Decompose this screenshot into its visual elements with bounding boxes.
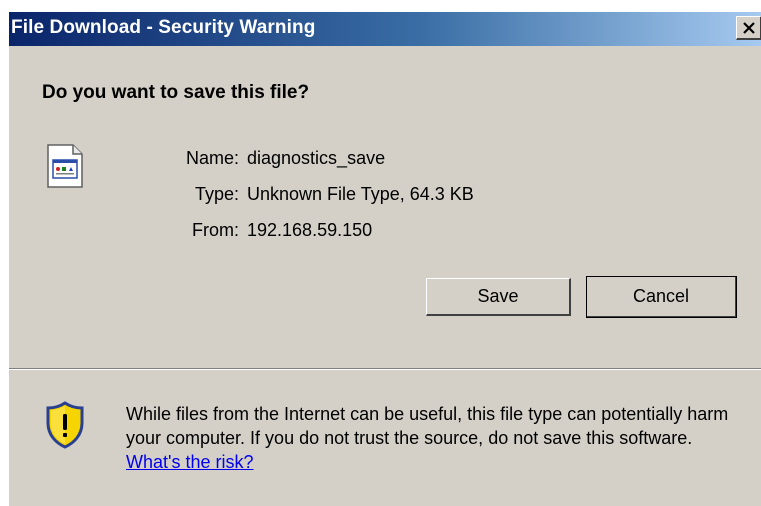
whats-the-risk-link[interactable]: What's the risk? [126, 452, 253, 472]
close-icon [742, 21, 755, 34]
dialog-heading: Do you want to save this file? [42, 82, 310, 103]
warning-text: While files from the Internet can be use… [126, 402, 751, 474]
from-label: From: [192, 220, 239, 240]
save-button[interactable]: Save [426, 278, 571, 316]
name-value: diagnostics_save [247, 148, 386, 168]
name-label: Name: [185, 148, 239, 168]
cancel-button[interactable]: Cancel [586, 276, 737, 318]
shield-warning-icon [45, 401, 85, 454]
warning-message: While files from the Internet can be use… [126, 404, 729, 448]
title-bar: File Download - Security Warning [9, 12, 761, 46]
close-button[interactable] [736, 16, 761, 40]
type-value: Unknown File Type, 64.3 KB [247, 184, 474, 204]
from-value: 192.168.59.150 [247, 220, 373, 240]
dialog-title: File Download - Security Warning [11, 17, 316, 38]
file-icon [45, 144, 85, 193]
type-label: Type: [194, 184, 239, 204]
file-download-dialog: File Download - Security Warning Do you … [8, 12, 761, 506]
separator-highlight [9, 369, 761, 370]
